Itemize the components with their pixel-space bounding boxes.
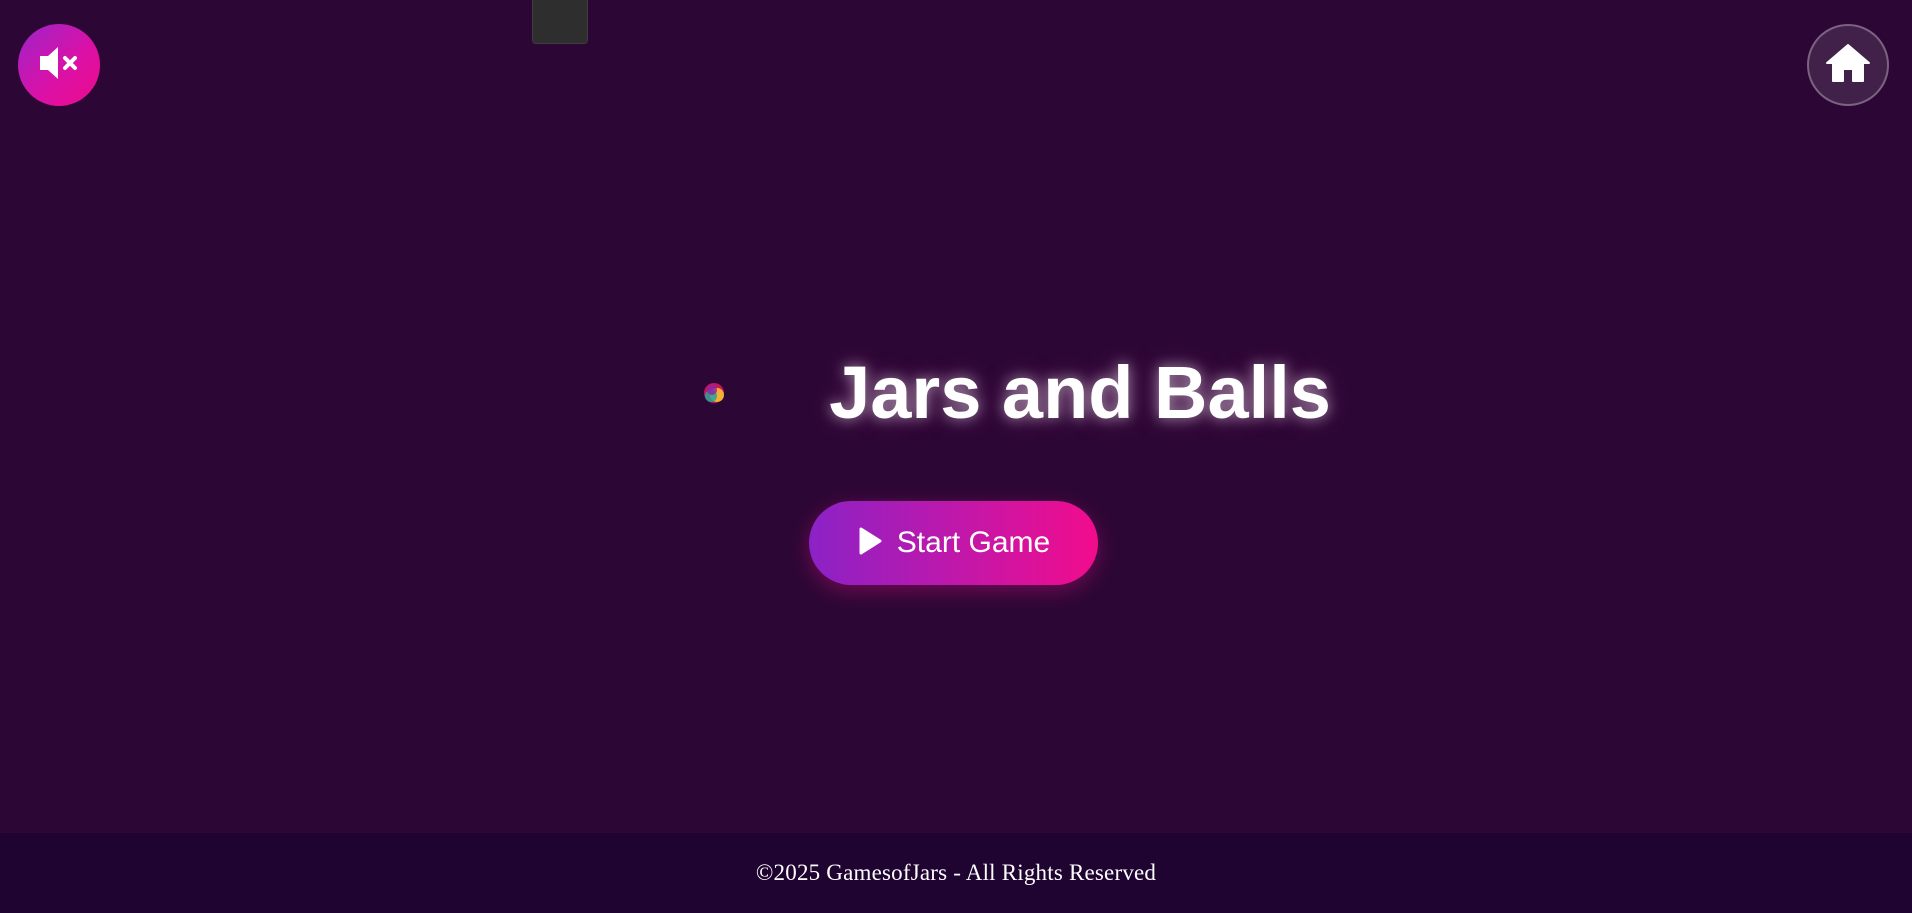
game-title: Jars and Balls xyxy=(829,351,1331,434)
speaker-muted-icon xyxy=(36,43,82,88)
start-game-label: Start Game xyxy=(896,526,1051,559)
sound-toggle-button[interactable] xyxy=(18,24,100,106)
home-button[interactable] xyxy=(1807,24,1889,106)
start-game-button[interactable]: Start Game xyxy=(809,501,1098,585)
home-icon xyxy=(1825,42,1871,89)
top-tab-handle[interactable] xyxy=(532,0,588,44)
play-icon xyxy=(857,526,883,561)
copyright-text: ©2025 GamesofJars - All Rights Reserved xyxy=(755,860,1157,885)
footer: ©2025 GamesofJars - All Rights Reserved xyxy=(0,833,1912,913)
game-screen: Jars and Balls Start Game ©2025 GamesofJ… xyxy=(0,0,1912,913)
